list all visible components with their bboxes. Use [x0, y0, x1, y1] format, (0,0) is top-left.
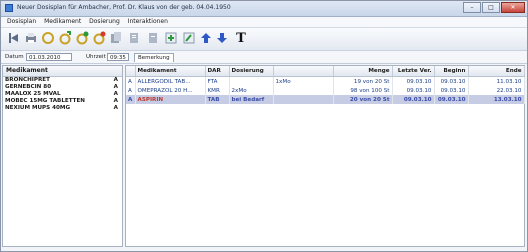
cell-medikament: ASPIRIN: [135, 95, 206, 104]
minimize-button[interactable]: –: [463, 2, 481, 13]
arrow-up-icon[interactable]: [199, 31, 213, 45]
menu-medikament[interactable]: Medikament: [44, 17, 81, 27]
arrow-down-icon[interactable]: [215, 31, 229, 45]
cell-dar: KMR: [205, 86, 230, 95]
cell-flag: A: [126, 76, 136, 86]
column-header-dar[interactable]: DAR: [205, 66, 230, 77]
date-label: Datum: [5, 54, 24, 60]
open-icon[interactable]: [7, 31, 21, 45]
list-item-flag: A: [113, 98, 118, 104]
toolbar: T: [1, 28, 527, 51]
medication-list-panel: Medikament BRONCHIPRET A GERNEBCIN 80 A MA…: [2, 65, 123, 247]
list-item-flag: A: [113, 77, 118, 83]
column-header-beginn[interactable]: Beginn: [434, 66, 469, 77]
column-header-dosierung[interactable]: Dosierung: [229, 66, 274, 77]
menu-dosisplan[interactable]: Dosisplan: [7, 17, 36, 27]
list-item[interactable]: GERNEBCIN 80 A: [3, 84, 122, 91]
cell-medikament: ALLERGODIL TAB...: [135, 76, 206, 86]
medication-list-header[interactable]: Medikament: [3, 66, 122, 77]
cell-ende: 13.03.10: [468, 95, 525, 104]
column-header[interactable]: [273, 66, 334, 77]
list-item-name: GERNEBCIN 80: [5, 84, 52, 90]
cell-dosierung-detail: 1xMo: [273, 76, 334, 86]
dose-add-icon[interactable]: [58, 31, 72, 45]
dose-edit-icon[interactable]: [92, 31, 106, 45]
menu-bar: Dosisplan Medikament Dosierung Interakti…: [1, 17, 527, 28]
close-button[interactable]: ✕: [501, 2, 525, 13]
cell-letzte-ver: 09.03.10: [392, 95, 435, 104]
cell-medikament: OMEPRAZOL 20 H...: [135, 86, 206, 95]
app-window: Neuer Dosisplan für Ambacher, Prof. Dr. …: [0, 0, 528, 252]
menu-interaktionen[interactable]: Interaktionen: [128, 17, 168, 27]
list-item[interactable]: MAALOX 25 MVAL A: [3, 91, 122, 98]
list-item-name: NEXIUM MUPS 40MG: [5, 105, 71, 111]
copy-icon[interactable]: [109, 31, 123, 45]
list-item[interactable]: MOBEC 15MG TABLETTEN A: [3, 98, 122, 105]
table-row[interactable]: A OMEPRAZOL 20 H... KMR 2xMo 98 von 100 …: [126, 86, 525, 95]
time-field[interactable]: 09:35: [107, 53, 129, 61]
table-row[interactable]: A ALLERGODIL TAB... FTA 1xMo 19 von 20 S…: [126, 76, 525, 86]
column-header-menge[interactable]: Menge: [333, 66, 393, 77]
column-header[interactable]: [126, 66, 136, 77]
cell-letzte-ver: 09.03.10: [392, 86, 435, 95]
edit-icon[interactable]: [182, 31, 196, 45]
date-field[interactable]: 01.03.2010: [26, 53, 72, 61]
cell-dar: FTA: [205, 76, 230, 86]
cell-beginn: 09.03.10: [434, 86, 469, 95]
window-title: Neuer Dosisplan für Ambacher, Prof. Dr. …: [17, 4, 231, 11]
table-row-selected[interactable]: A ASPIRIN TAB bei Bedarf 20 von 20 St 09…: [126, 95, 525, 104]
cell-letzte-ver: 09.03.10: [392, 76, 435, 86]
cell-menge: 19 von 20 St: [333, 76, 393, 86]
cell-dosierung: 2xMo: [229, 86, 274, 95]
cell-ende: 11.03.10: [468, 76, 525, 86]
list-item-flag: A: [113, 91, 118, 97]
app-icon: [5, 4, 13, 12]
cell-menge: 98 von 100 St: [333, 86, 393, 95]
cell-menge: 20 von 20 St: [333, 95, 393, 104]
list-item[interactable]: NEXIUM MUPS 40MG A: [3, 105, 122, 112]
cell-dosierung: bei Bedarf: [229, 95, 274, 104]
cell-beginn: 09.03.10: [434, 95, 469, 104]
dose-icon[interactable]: [41, 31, 55, 45]
maximize-button[interactable]: □: [482, 2, 500, 13]
print-icon[interactable]: [24, 31, 38, 45]
green-plus-icon[interactable]: [164, 31, 178, 45]
document-icon[interactable]: [127, 31, 141, 45]
title-bar[interactable]: Neuer Dosisplan für Ambacher, Prof. Dr. …: [1, 1, 527, 17]
column-header-ende[interactable]: Ende: [468, 66, 525, 77]
dose-plan-panel: Medikament DAR Dosierung Menge Letzte Ve…: [125, 65, 525, 247]
list-item-name: MAALOX 25 MVAL: [5, 91, 61, 97]
date-bar: Datum 01.03.2010 Uhrzeit 09:35 Bemerkung: [1, 51, 527, 64]
cell-dosierung: [229, 76, 274, 86]
cell-beginn: 09.03.10: [434, 76, 469, 86]
text-icon[interactable]: T: [234, 31, 248, 45]
dose-plan-table: Medikament DAR Dosierung Menge Letzte Ve…: [126, 66, 525, 104]
cell-dosierung-detail: [273, 86, 334, 95]
cell-flag: A: [126, 95, 136, 104]
cell-flag: A: [126, 86, 136, 95]
cell-ende: 22.03.10: [468, 86, 525, 95]
list-item-name: BRONCHIPRET: [5, 77, 50, 83]
cell-dosierung-detail: [273, 95, 334, 104]
window-controls: – □ ✕: [463, 2, 525, 13]
column-header-letzte-ver[interactable]: Letzte Ver.: [392, 66, 435, 77]
menu-dosierung[interactable]: Dosierung: [89, 17, 120, 27]
document-icon-2[interactable]: [146, 31, 160, 45]
time-label: Uhrzeit: [86, 54, 106, 60]
list-item-flag: A: [113, 105, 118, 111]
dose-remove-icon[interactable]: [75, 31, 89, 45]
tab-bemerkung[interactable]: Bemerkung: [134, 53, 174, 62]
list-item[interactable]: BRONCHIPRET A: [3, 77, 122, 84]
list-item-name: MOBEC 15MG TABLETTEN: [5, 98, 85, 104]
list-item-flag: A: [113, 84, 118, 90]
table-header-row: Medikament DAR Dosierung Menge Letzte Ve…: [126, 66, 525, 77]
cell-dar: TAB: [205, 95, 230, 104]
column-header-medikament[interactable]: Medikament: [135, 66, 206, 77]
